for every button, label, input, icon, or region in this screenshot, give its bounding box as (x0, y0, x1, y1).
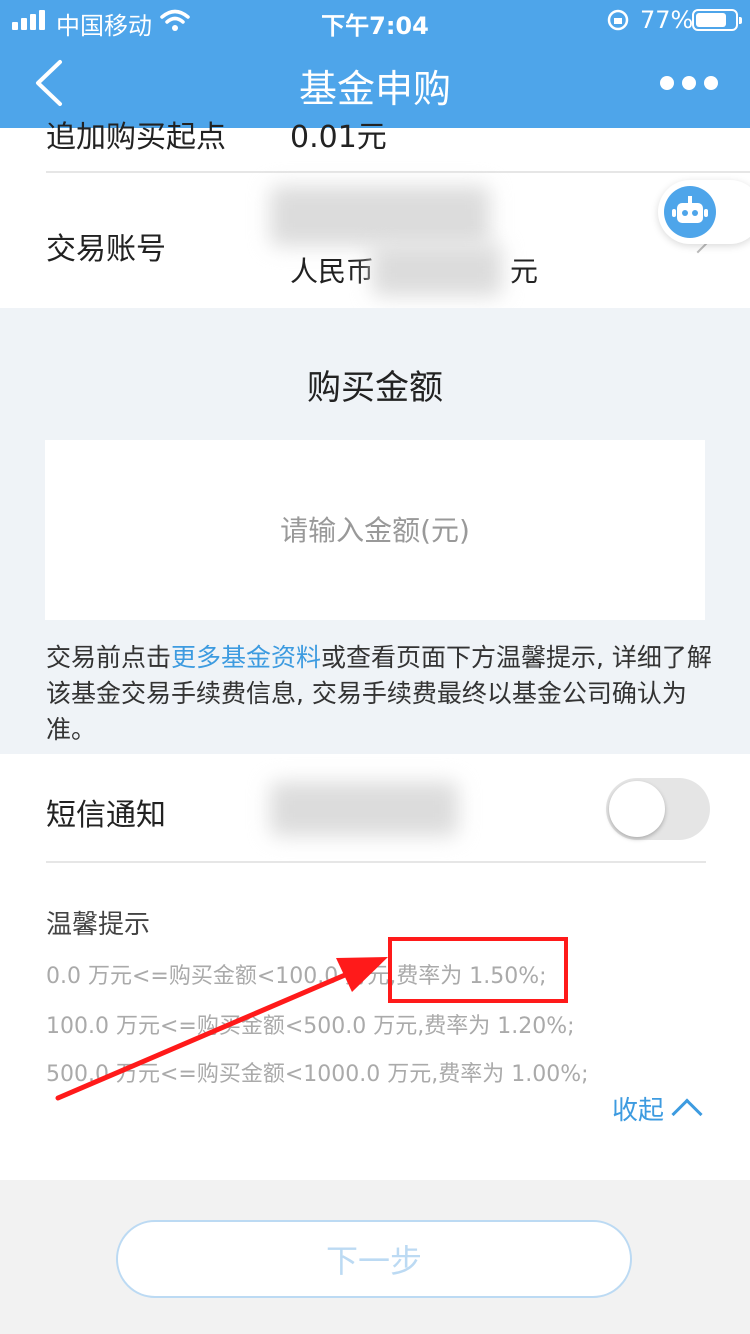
next-step-button[interactable]: 下一步 (116, 1220, 632, 1298)
annotation-arrow (55, 957, 388, 1101)
